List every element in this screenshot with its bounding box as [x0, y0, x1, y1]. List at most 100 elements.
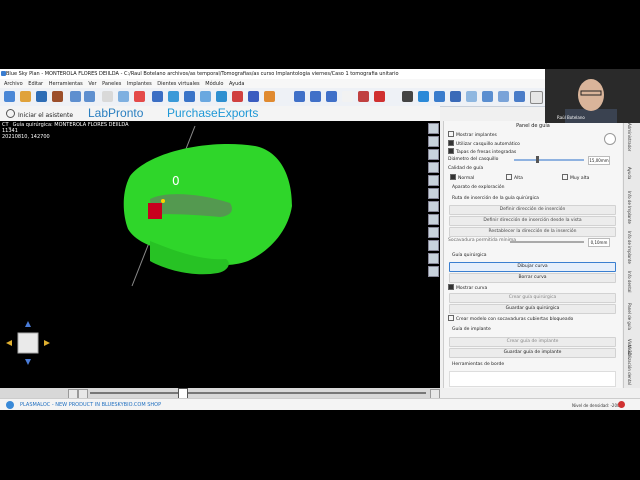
tab-info-implante-2[interactable]: Info de implante — [627, 231, 632, 264]
surgical-guide-section[interactable]: Guía quirúrgica — [452, 253, 487, 258]
implant-guide-section[interactable]: Guía de implante — [452, 327, 491, 332]
cycle-icon[interactable] — [514, 91, 525, 102]
settings-icon[interactable] — [428, 266, 439, 277]
magnet-icon[interactable] — [374, 91, 385, 102]
spline-icon[interactable] — [482, 91, 493, 102]
open-folder-icon[interactable] — [20, 91, 31, 102]
slice-track[interactable] — [90, 392, 426, 394]
arrow-icon[interactable] — [232, 91, 243, 102]
slice-scrollbar[interactable] — [0, 388, 440, 400]
radio-icon[interactable] — [562, 174, 568, 180]
menu-implantes[interactable]: Implantes — [127, 81, 152, 87]
jaw-model-render[interactable]: 0 — [0, 121, 440, 388]
radio-icon[interactable] — [506, 174, 512, 180]
labpronto-logo[interactable]: LabPronto — [88, 106, 143, 120]
menu-archivo[interactable]: Archivo — [4, 81, 23, 87]
crown-icon[interactable] — [342, 91, 353, 102]
save-surgical-guide-button[interactable]: Guardar guía quirúrgica — [449, 304, 616, 314]
insertion-path-section[interactable]: Ruta de inserción de la guía quirúrgica — [452, 196, 539, 201]
new-file-icon[interactable] — [4, 91, 15, 102]
reset-insertion-button[interactable]: Restablecer la dirección de la inserción — [449, 227, 616, 237]
start-wizard-button[interactable]: Iniciar el asistente — [6, 109, 73, 119]
tab-visualizacion-dental[interactable]: Visualización dental — [627, 345, 632, 385]
auto-sleeve-checkbox[interactable]: Utilizar casquillo automático — [448, 140, 520, 147]
tab-panel-guia[interactable]: Panel de guía — [627, 303, 632, 330]
tab-info-implante[interactable]: Info de Implante — [627, 191, 632, 224]
draw-curve-button[interactable]: Dibujar curva — [449, 262, 616, 272]
show-implants-checkbox[interactable]: Mostrar implantes — [448, 131, 497, 138]
scan-icon[interactable] — [358, 91, 369, 102]
menu-editar[interactable]: Editar — [28, 81, 43, 87]
tab-administrador[interactable]: Administrador — [627, 123, 632, 151]
redo-icon[interactable] — [84, 91, 95, 102]
define-insertion-view-button[interactable]: Definir dirección de inserción desde la … — [449, 216, 616, 226]
menu-paneles[interactable]: Paneles — [102, 81, 121, 87]
save-icon[interactable] — [36, 91, 47, 102]
menu-dientes-virtuales[interactable]: Dientes virtuales — [157, 81, 199, 87]
menu-modulo[interactable]: Módulo — [205, 81, 223, 87]
sleeve-diameter-value[interactable]: 15,00mm — [588, 156, 610, 165]
curve-icon[interactable] — [466, 91, 477, 102]
menu-ver[interactable]: Ver — [88, 81, 96, 87]
pen-icon[interactable] — [264, 91, 275, 102]
erase-curve-button[interactable]: Borrar curva — [449, 273, 616, 283]
implant-icon[interactable] — [184, 91, 195, 102]
globe-icon[interactable] — [434, 91, 445, 102]
nerve-icon[interactable] — [248, 91, 259, 102]
show-curve-checkbox[interactable]: Mostrar curva — [448, 284, 487, 291]
screenshot-icon[interactable] — [428, 253, 439, 264]
news-link[interactable]: PLASMALOC - NEW PRODUCT IN BLUESKYBIO.CO… — [20, 402, 161, 408]
save-implant-guide-button[interactable]: Guardar guía de implante — [449, 348, 616, 358]
create-model-checkbox[interactable]: Crear modelo con socavaduras cubiertas b… — [448, 315, 573, 322]
view-top-icon[interactable] — [428, 175, 439, 186]
radio-icon[interactable] — [450, 174, 456, 180]
view-back-icon[interactable] — [428, 136, 439, 147]
create-implant-guide-button[interactable]: Crear guía de implante — [449, 337, 616, 347]
purchase-exports-logo[interactable]: PurchaseExports — [167, 106, 258, 120]
tab-info-dental[interactable]: Info dental — [627, 271, 632, 293]
view-bottom-icon[interactable] — [428, 188, 439, 199]
panel-help-icon[interactable] — [604, 133, 616, 145]
checkbox-box[interactable] — [448, 315, 454, 321]
ruler-icon[interactable] — [168, 91, 179, 102]
rotate-icon[interactable] — [200, 91, 211, 102]
tab-ayuda[interactable]: Ayuda — [627, 167, 632, 179]
implant-b-icon[interactable] — [310, 91, 321, 102]
alert-icon[interactable] — [618, 401, 625, 408]
sleeve-diameter-slider[interactable] — [514, 159, 584, 161]
undercut-slider[interactable] — [510, 241, 584, 243]
view-front-icon[interactable] — [428, 123, 439, 134]
viewport-3d[interactable]: CT_ Guía quirúrgica: MONTEROLA FLORES DE… — [0, 121, 440, 388]
image-icon[interactable] — [118, 91, 129, 102]
contrast-icon[interactable] — [402, 91, 413, 102]
paint-icon[interactable] — [134, 91, 145, 102]
tooth-icon[interactable] — [102, 91, 113, 102]
sleeve-diameter-thumb[interactable] — [536, 156, 539, 163]
wave-icon[interactable] — [498, 91, 509, 102]
define-insertion-button[interactable]: Definir dirección de inserción — [449, 205, 616, 215]
scan-device-section[interactable]: Aparato de exploración — [452, 185, 504, 190]
drill-caps-checkbox[interactable]: Tapas de fresas integradas — [448, 148, 516, 155]
bone-visibility-icon[interactable] — [428, 214, 439, 225]
menu-herramientas[interactable]: Herramientas — [49, 81, 83, 87]
menu-ayuda[interactable]: Ayuda — [229, 81, 244, 87]
view-right-icon[interactable] — [428, 162, 439, 173]
quality-high-radio[interactable]: Alta — [506, 174, 523, 181]
nerve-visibility-icon[interactable] — [428, 227, 439, 238]
move-icon[interactable] — [450, 91, 461, 102]
create-surgical-guide-button[interactable]: Crear guía quirúrgica — [449, 293, 616, 303]
checkbox-box[interactable] — [448, 140, 454, 146]
view-left-icon[interactable] — [428, 149, 439, 160]
checkbox-box[interactable] — [448, 284, 454, 290]
measure-icon[interactable] — [216, 91, 227, 102]
undo-icon[interactable] — [70, 91, 81, 102]
checkbox-box[interactable] — [448, 148, 454, 154]
tooth-visibility-icon[interactable] — [428, 201, 439, 212]
quality-very-high-radio[interactable]: Muy alta — [562, 174, 589, 181]
undercut-value[interactable]: 0,10mm — [588, 238, 610, 247]
zoom-icon[interactable] — [152, 91, 163, 102]
implant-c-icon[interactable] — [326, 91, 337, 102]
guide-visibility-icon[interactable] — [428, 240, 439, 251]
checkbox-box[interactable] — [448, 131, 454, 137]
refresh-icon[interactable] — [418, 91, 429, 102]
